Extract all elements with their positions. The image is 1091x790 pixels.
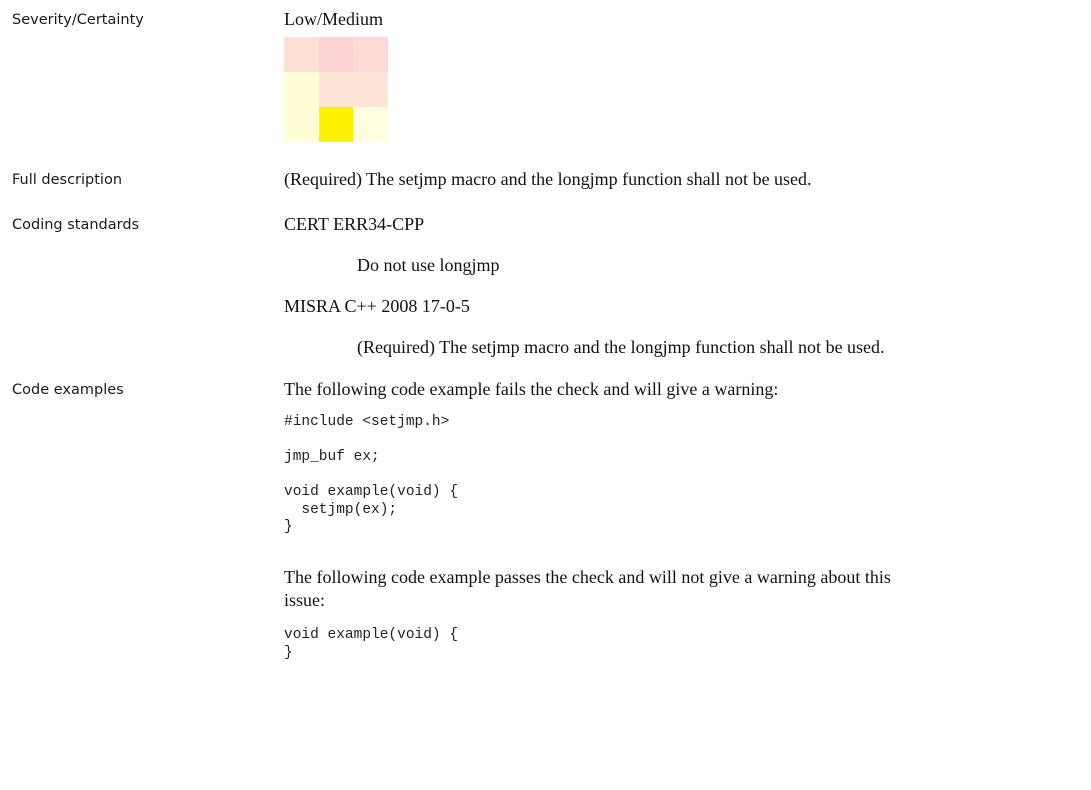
standard-name: MISRA C++ 2008 17-0-5	[284, 296, 470, 316]
standard-description: (Required) The setjmp macro and the long…	[357, 337, 885, 357]
standard-name: CERT ERR34-CPP	[284, 214, 425, 234]
passing-example-intro: The following code example passes the ch…	[284, 567, 891, 587]
matrix-cell	[284, 107, 319, 142]
matrix-cell	[284, 72, 319, 107]
coding-standards-label: Coding standards	[12, 217, 140, 233]
matrix-cell	[318, 37, 354, 72]
code-examples-label: Code examples	[12, 382, 124, 398]
full-description-text: (Required) The setjmp macro and the long…	[284, 169, 812, 189]
matrix-cell-highlight	[318, 107, 354, 142]
passing-example-intro-continued: issue:	[284, 590, 326, 610]
matrix-cell	[353, 107, 388, 142]
failing-code-block: #include <setjmp.h> jmp_buf ex; void exa…	[284, 414, 459, 535]
severity-certainty-matrix	[284, 37, 388, 142]
full-description-label: Full description	[12, 172, 123, 188]
matrix-cell	[353, 37, 388, 72]
matrix-cell	[284, 37, 319, 72]
matrix-cell	[353, 72, 388, 107]
passing-code-block: void example(void) { }	[284, 627, 459, 661]
failing-example-intro: The following code example fails the che…	[284, 379, 779, 399]
matrix-cell	[318, 72, 354, 107]
severity-certainty-value: Low/Medium	[284, 9, 383, 29]
severity-certainty-label: Severity/Certainty	[12, 12, 144, 28]
standard-description: Do not use longjmp	[357, 255, 500, 275]
